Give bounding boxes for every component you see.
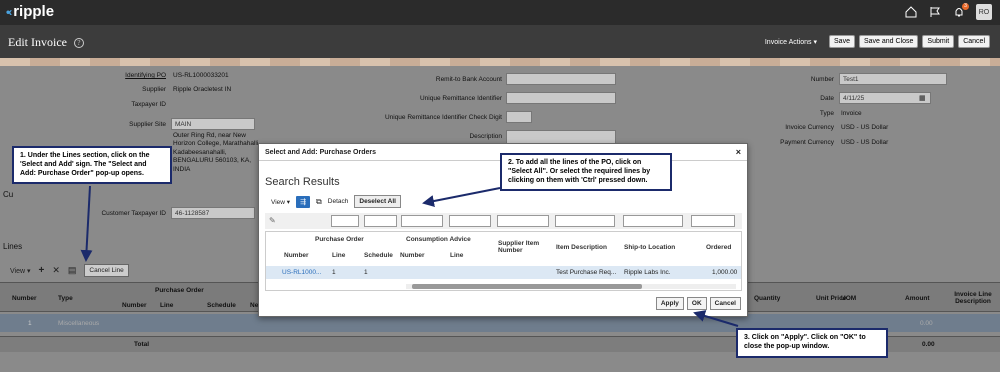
annotation-arrows (80, 185, 739, 327)
